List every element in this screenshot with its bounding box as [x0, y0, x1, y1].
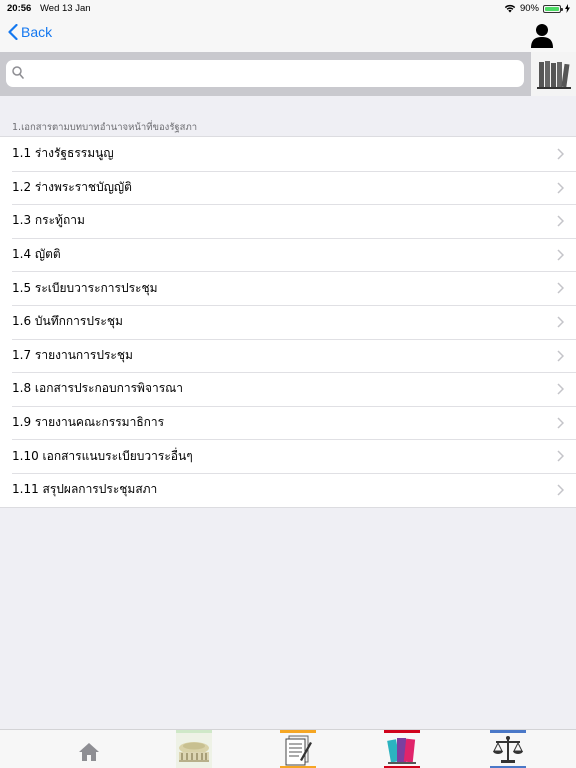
- library-books-icon: [536, 61, 571, 89]
- user-icon: [531, 24, 553, 48]
- tab-law[interactable]: [480, 730, 532, 768]
- list-item-label: 1.4 ญัตติ: [12, 247, 61, 262]
- status-date: Wed 13 Jan: [40, 3, 91, 14]
- navigation-bar: Back: [0, 18, 576, 52]
- library-button[interactable]: [531, 52, 576, 96]
- chevron-right-icon: [557, 484, 564, 496]
- list-item[interactable]: 1.5 ระเบียบวาระการประชุม: [0, 271, 576, 305]
- chevron-right-icon: [557, 350, 564, 362]
- list-item-label: 1.2 ร่างพระราชบัญญัติ: [12, 179, 132, 194]
- list-item-label: 1.9 รายงานคณะกรรมาธิการ: [12, 415, 165, 430]
- document-category-list: 1.1 ร่างรัฐธรรมนูญ 1.2 ร่างพระราชบัญญัติ…: [0, 136, 576, 508]
- section-header: 1.เอกสารตามบทบาทอำนาจหน้าที่ของรัฐสภา: [12, 122, 198, 133]
- list-item[interactable]: 1.2 ร่างพระราชบัญญัติ: [0, 170, 576, 205]
- battery-icon: [543, 4, 563, 13]
- tab-home[interactable]: [60, 730, 118, 768]
- back-button[interactable]: Back: [8, 24, 52, 40]
- status-bar: 20:56 Wed 13 Jan 90%: [0, 0, 576, 18]
- chevron-right-icon: [557, 182, 564, 194]
- chevron-right-icon: [557, 215, 564, 227]
- profile-button[interactable]: [528, 21, 556, 49]
- chevron-left-icon: [8, 24, 18, 40]
- list-item-label: 1.1 ร่างรัฐธรรมนูญ: [12, 146, 114, 161]
- battery-percent: 90%: [519, 3, 539, 14]
- chevron-right-icon: [557, 417, 564, 429]
- status-right: 90%: [504, 3, 570, 14]
- list-item-label: 1.7 รายงานการประชุม: [12, 347, 133, 362]
- list-item[interactable]: 1.4 ญัตติ: [0, 237, 576, 272]
- tab-books[interactable]: [376, 730, 428, 768]
- tab-parliament[interactable]: [168, 730, 220, 768]
- home-icon: [79, 743, 99, 761]
- chevron-right-icon: [557, 450, 564, 462]
- chevron-right-icon: [557, 316, 564, 328]
- status-time: 20:56: [7, 3, 32, 14]
- list-item[interactable]: 1.7 รายงานการประชุม: [0, 338, 576, 373]
- search-icon: [12, 66, 24, 79]
- list-item[interactable]: 1.6 บันทึกการประชุม: [0, 304, 576, 339]
- list-item-label: 1.11 สรุปผลการประชุมสภา: [12, 482, 158, 497]
- tab-documents[interactable]: [272, 730, 324, 768]
- list-item-label: 1.5 ระเบียบวาระการประชุม: [12, 280, 158, 295]
- tab-bar: [0, 729, 576, 768]
- back-label: Back: [21, 24, 53, 40]
- list-item[interactable]: 1.10 เอกสารแนบระเบียบวาระอื่นๆ: [0, 439, 576, 473]
- list-item-label: 1.6 บันทึกการประชุม: [12, 314, 123, 329]
- list-item-label: 1.8 เอกสารประกอบการพิจารณา: [12, 381, 184, 396]
- search-input[interactable]: [28, 63, 508, 84]
- list-item[interactable]: 1.3 กระทู้ถาม: [0, 204, 576, 238]
- list-item[interactable]: 1.8 เอกสารประกอบการพิจารณา: [0, 372, 576, 406]
- books-icon: [384, 730, 420, 768]
- list-item-label: 1.3 กระทู้ถาม: [12, 213, 85, 228]
- list-item[interactable]: 1.9 รายงานคณะกรรมาธิการ: [0, 405, 576, 440]
- wifi-icon: [504, 4, 516, 13]
- list-item[interactable]: 1.11 สรุปผลการประชุมสภา: [0, 472, 576, 507]
- chevron-right-icon: [557, 282, 564, 294]
- scales-icon: [490, 730, 526, 768]
- list-item[interactable]: 1.1 ร่างรัฐธรรมนูญ: [0, 137, 576, 171]
- search-area: [0, 52, 576, 96]
- document-icon: [280, 730, 316, 768]
- charging-icon: [565, 4, 570, 13]
- chevron-right-icon: [557, 148, 564, 160]
- search-field[interactable]: [6, 60, 524, 87]
- parliament-building-icon: [176, 730, 212, 768]
- chevron-right-icon: [557, 383, 564, 395]
- chevron-right-icon: [557, 249, 564, 261]
- list-item-label: 1.10 เอกสารแนบระเบียบวาระอื่นๆ: [12, 448, 193, 463]
